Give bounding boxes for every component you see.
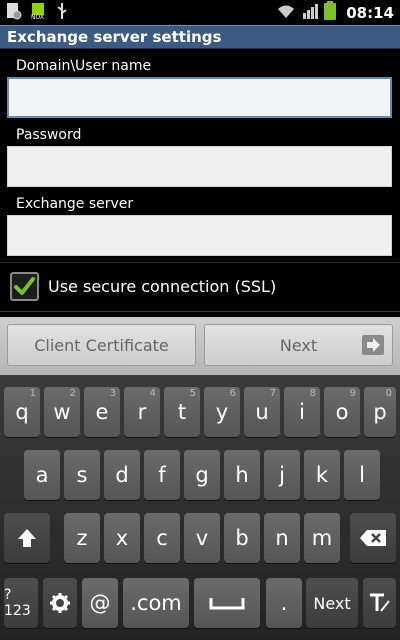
keyboard: 1q 2w 3e 4r 5t 6y 7u 8i 9o 0p a s d f g … xyxy=(0,375,400,640)
settings-key[interactable] xyxy=(43,578,77,628)
password-field[interactable] xyxy=(7,146,392,187)
key-v[interactable]: v xyxy=(184,513,220,563)
title-bar: Exchange server settings xyxy=(0,25,400,49)
domain-user-label: Domain\User name xyxy=(16,58,152,74)
key-z[interactable]: z xyxy=(64,513,100,563)
period-key[interactable]: . xyxy=(266,578,302,628)
ssl-option-row[interactable]: Use secure connection (SSL) xyxy=(0,262,400,310)
key-q[interactable]: 1q xyxy=(4,387,40,437)
signal-icon xyxy=(302,3,319,23)
key-h[interactable]: h xyxy=(224,450,260,500)
checkmark-icon xyxy=(14,277,35,295)
shift-key[interactable] xyxy=(4,513,50,563)
nox-app-icon: NOX xyxy=(30,2,48,24)
backspace-icon xyxy=(360,530,386,546)
key-m[interactable]: m xyxy=(304,513,340,563)
key-f[interactable]: f xyxy=(144,450,180,500)
key-a[interactable]: a xyxy=(24,450,60,500)
key-u[interactable]: 7u xyxy=(244,387,280,437)
key-b[interactable]: b xyxy=(224,513,260,563)
dotcom-key[interactable]: .com xyxy=(123,578,189,628)
settings-notification-icon xyxy=(6,2,22,24)
next-label: Next xyxy=(279,335,318,355)
key-g[interactable]: g xyxy=(184,450,220,500)
key-c[interactable]: c xyxy=(144,513,180,563)
ssl-checkbox[interactable] xyxy=(10,272,39,301)
status-bar: NOX 08:14 xyxy=(0,0,400,25)
key-l[interactable]: l xyxy=(344,450,380,500)
client-certificate-label: Client Certificate xyxy=(34,335,169,355)
divider xyxy=(0,311,400,312)
space-key[interactable] xyxy=(194,578,260,628)
domain-user-field[interactable] xyxy=(7,77,392,118)
key-x[interactable]: x xyxy=(104,513,140,563)
usb-icon xyxy=(56,2,68,24)
svg-text:NOX: NOX xyxy=(31,14,44,20)
wifi-icon xyxy=(276,3,296,23)
key-t[interactable]: 5t xyxy=(164,387,200,437)
key-r[interactable]: 4r xyxy=(124,387,160,437)
key-o[interactable]: 9o xyxy=(324,387,360,437)
exchange-server-label: Exchange server xyxy=(16,196,134,212)
arrow-right-icon xyxy=(362,335,384,355)
key-p[interactable]: 0p xyxy=(364,387,396,437)
key-y[interactable]: 6y xyxy=(204,387,240,437)
key-w[interactable]: 2w xyxy=(44,387,80,437)
symbols-key[interactable]: ?123 xyxy=(4,578,38,628)
clock: 08:14 xyxy=(346,3,394,22)
space-bar-icon xyxy=(209,598,245,610)
gear-icon xyxy=(50,593,70,613)
key-s[interactable]: s xyxy=(64,450,100,500)
text-input-mode-key[interactable] xyxy=(363,578,396,628)
button-bar: Client Certificate Next xyxy=(0,317,400,375)
ssl-label: Use secure connection (SSL) xyxy=(48,277,277,296)
key-j[interactable]: j xyxy=(264,450,300,500)
key-d[interactable]: d xyxy=(104,450,140,500)
battery-icon xyxy=(324,1,337,24)
key-k[interactable]: k xyxy=(304,450,340,500)
exchange-server-field[interactable] xyxy=(7,215,392,256)
shift-arrow-icon xyxy=(18,529,36,547)
key-i[interactable]: 8i xyxy=(284,387,320,437)
page-title: Exchange server settings xyxy=(7,28,222,46)
next-button[interactable]: Next xyxy=(204,324,393,366)
backspace-key[interactable] xyxy=(350,513,396,563)
key-e[interactable]: 3e xyxy=(84,387,120,437)
password-label: Password xyxy=(16,127,82,143)
key-n[interactable]: n xyxy=(264,513,300,563)
at-key[interactable]: @ xyxy=(82,578,118,628)
keyboard-next-key[interactable]: Next xyxy=(306,578,358,628)
client-certificate-button[interactable]: Client Certificate xyxy=(7,324,196,366)
handwriting-t-icon xyxy=(369,593,390,612)
